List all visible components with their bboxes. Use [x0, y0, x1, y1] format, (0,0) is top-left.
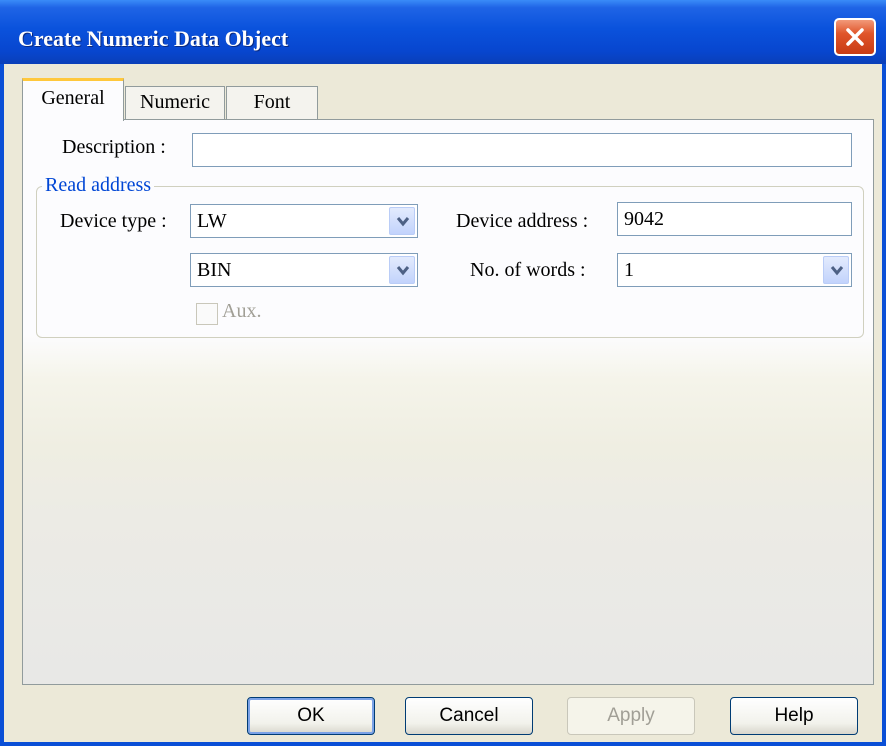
title-bar[interactable]: Create Numeric Data Object [0, 0, 886, 64]
chevron-down-icon [396, 266, 410, 276]
description-input[interactable] [192, 133, 852, 167]
data-format-dropdown-button[interactable] [389, 256, 415, 284]
device-type-select[interactable]: LW [190, 204, 418, 238]
aux-label: Aux. [222, 300, 262, 322]
data-format-value: BIN [197, 259, 232, 281]
tab-numeric[interactable]: Numeric [125, 86, 225, 120]
tab-general[interactable]: General [22, 78, 124, 121]
no-of-words-value: 1 [624, 259, 634, 281]
description-label: Description : [62, 136, 166, 158]
close-button[interactable] [834, 18, 876, 56]
read-address-legend: Read address [42, 174, 155, 197]
window-title: Create Numeric Data Object [18, 26, 289, 51]
apply-button[interactable]: Apply [567, 697, 695, 735]
cancel-button[interactable]: Cancel [405, 697, 533, 735]
device-type-label: Device type : [60, 210, 167, 232]
no-of-words-dropdown-button[interactable] [823, 256, 849, 284]
close-icon [846, 28, 864, 46]
no-of-words-select[interactable]: 1 [617, 253, 852, 287]
no-of-words-label: No. of words : [470, 259, 586, 281]
ok-button[interactable]: OK [247, 697, 375, 735]
data-format-select[interactable]: BIN [190, 253, 418, 287]
chevron-down-icon [396, 217, 410, 227]
chevron-down-icon [830, 266, 844, 276]
aux-checkbox[interactable] [196, 303, 218, 325]
device-address-label: Device address : [456, 210, 589, 232]
help-button[interactable]: Help [730, 697, 858, 735]
tab-font[interactable]: Font [226, 86, 318, 120]
device-type-dropdown-button[interactable] [389, 207, 415, 235]
device-address-input[interactable]: 9042 [617, 202, 852, 236]
device-type-value: LW [197, 210, 227, 232]
